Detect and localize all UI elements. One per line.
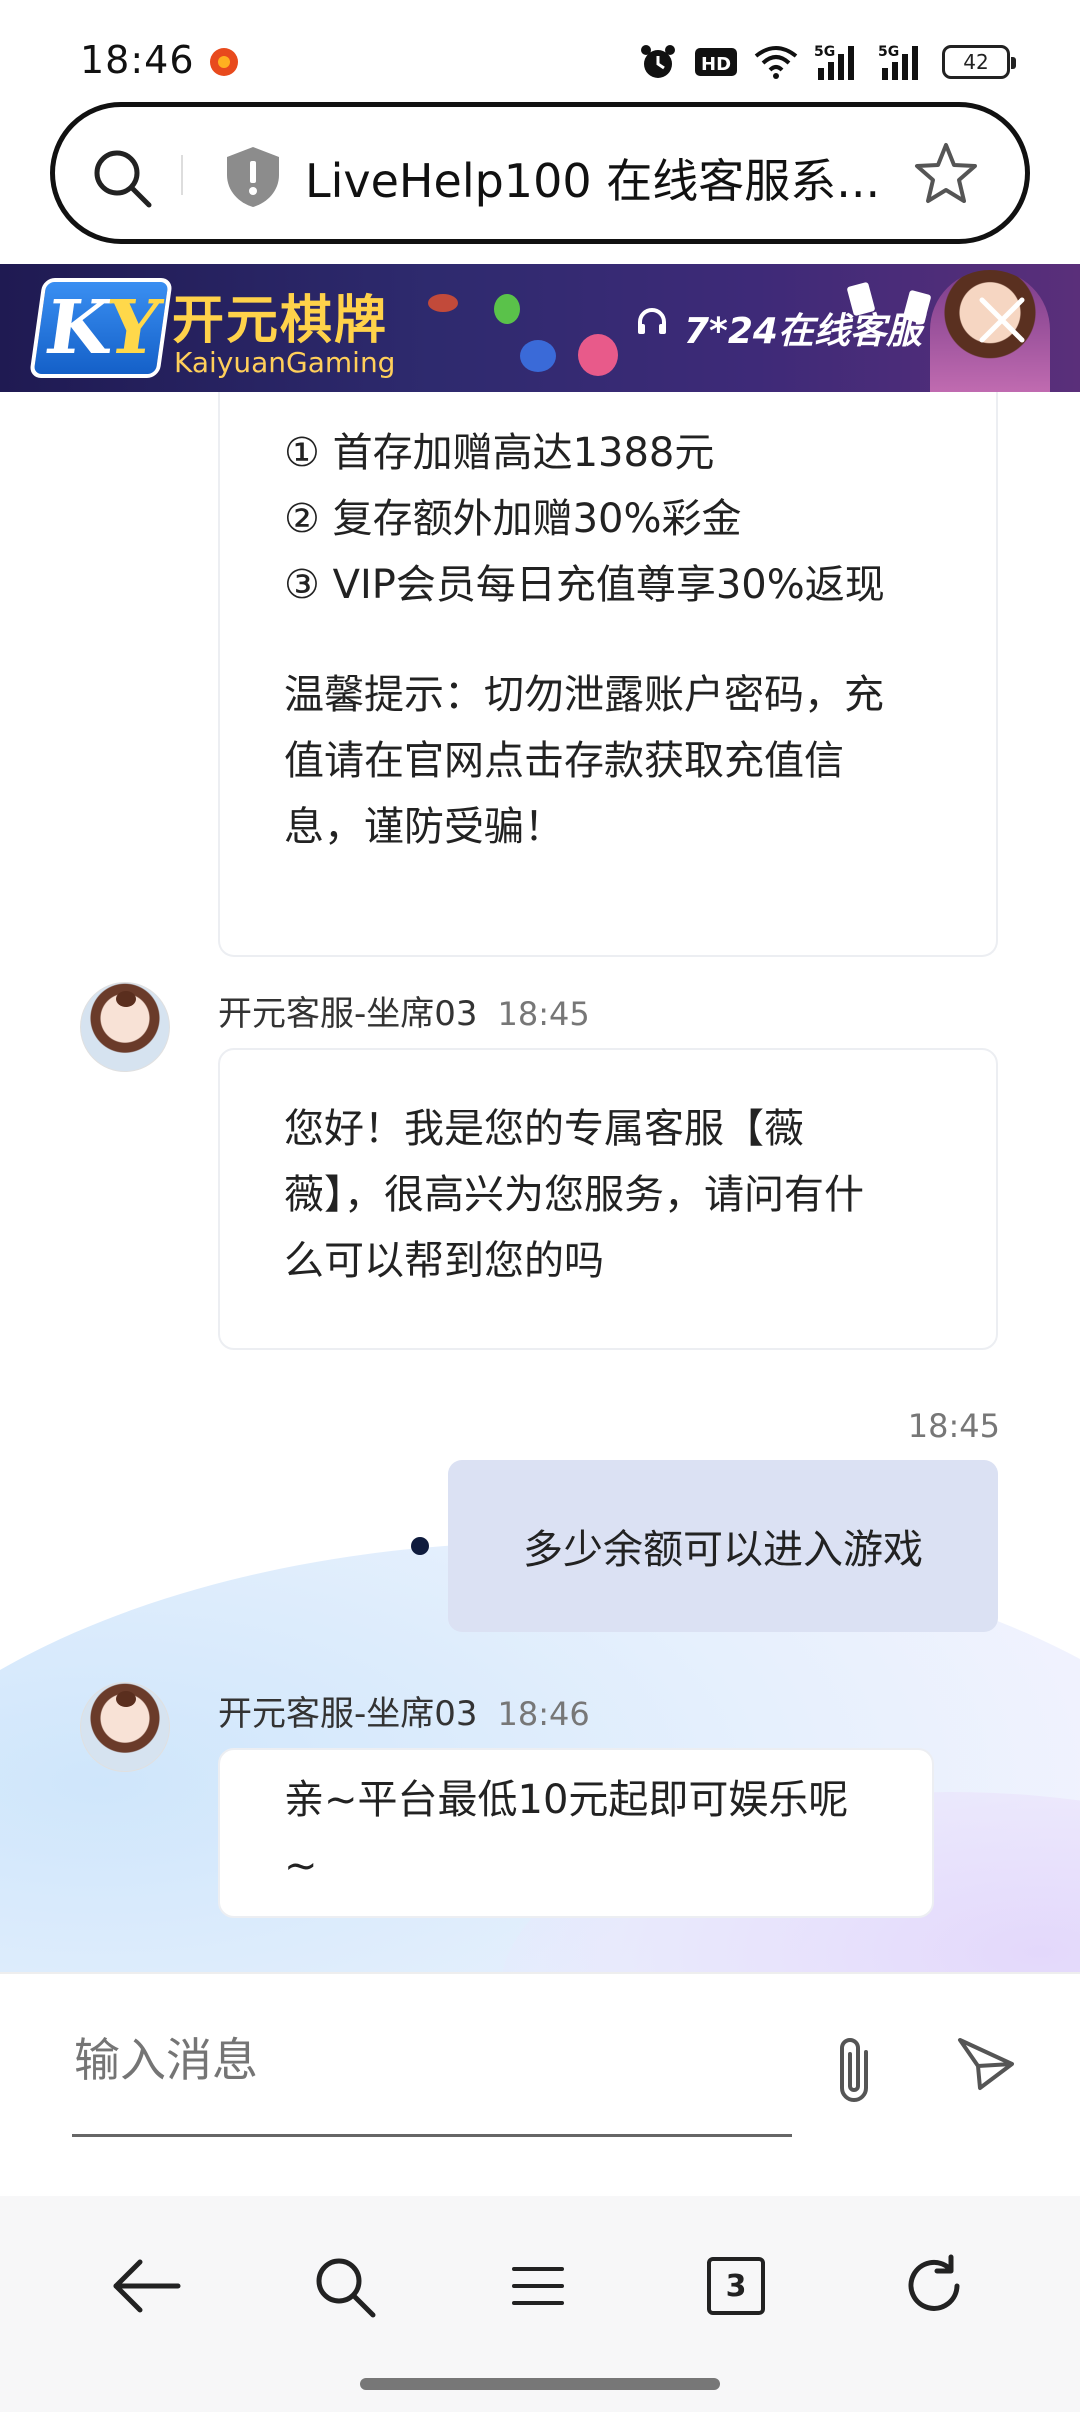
address-divider [181,155,183,195]
message-bubble-welcome: ① 首存加赠高达1388元 ② 复存额外加赠30%彩金 ③ VIP会员每日充值尊… [218,392,998,957]
sender-line: 开元客服-坐席03 18:46 [218,1686,590,1735]
message-line: 息，谨防受骗！ [284,804,564,850]
agent-avatar[interactable] [80,1682,170,1772]
message-bubble-user: 多少余额可以进入游戏 [448,1460,998,1632]
signal-5g-icon: 5G [878,44,918,80]
battery-icon: 42 [942,45,1016,79]
message-line: 薇】，很高兴为您服务，请问有什 [284,1172,864,1218]
message-line: 么可以帮到您的吗 [284,1238,604,1284]
message-line: ③ VIP会员每日充值尊享30%返现 [284,562,885,608]
banner-brand-en: KaiyuanGaming [174,346,396,379]
svg-text:5G: 5G [814,44,835,60]
message-time: 18:45 [907,1407,1000,1445]
message-line: ② 复存额外加赠30%彩金 [284,496,742,542]
input-underline [72,2134,792,2137]
search-icon[interactable] [87,143,157,213]
notification-icon [210,48,238,76]
message-line: 温馨提示：切勿泄露账户密码，充 [284,672,884,718]
agent-avatar[interactable] [80,982,170,1072]
sender-name: 开元客服-坐席03 [218,1694,478,1734]
status-time: 18:46 [80,38,195,82]
address-bar[interactable]: LiveHelp100 在线客服系... [50,102,1030,244]
chip-icon [520,340,556,372]
headset-icon [638,308,666,334]
status-bar: 18:46 HD 5G 5G 42 [0,0,1080,100]
hd-voice-icon: HD [695,48,737,76]
sender-line: 开元客服-坐席03 18:45 [218,986,590,1035]
banner-brand: 开元棋牌 [172,291,389,351]
paperclip-icon[interactable] [826,2030,886,2110]
shield-icon[interactable] [223,145,283,209]
send-icon[interactable] [956,2034,1016,2094]
svg-text:5G: 5G [878,44,899,60]
message-line: 亲~平台最低10元起即可娱乐呢~ [284,1777,849,1889]
search-button[interactable] [304,2246,384,2326]
cards-icon [847,282,931,324]
menu-icon [512,2267,564,2305]
message-line: ① 首存加赠高达1388元 [284,430,715,476]
wifi-icon [754,46,798,79]
page-title[interactable]: LiveHelp100 在线客服系... [305,145,925,211]
refresh-icon [908,2254,960,2311]
message-bubble-agent: 亲~平台最低10元起即可娱乐呢~ [218,1748,934,1918]
alarm-icon [641,45,675,78]
message-bubble-agent: 您好！我是您的专属客服【薇 薇】，很高兴为您服务，请问有什 么可以帮到您的吗 [218,1048,998,1350]
tab-count: 3 [707,2257,765,2315]
signal-5g-icon: 5G [814,44,854,80]
star-icon[interactable] [911,139,981,209]
banner-ad[interactable]: KY 开元棋牌 KaiyuanGaming 7*24在线客服 [0,264,1080,392]
close-icon[interactable] [972,290,1032,350]
message-composer [0,1972,1080,2196]
menu-button[interactable] [498,2246,578,2326]
message-time: 18:45 [497,995,590,1033]
message-line: 您好！我是您的专属客服【薇 [284,1106,804,1152]
message-input[interactable] [72,2014,792,2106]
back-button[interactable] [106,2246,186,2326]
svg-text:HD: HD [701,54,731,75]
home-indicator[interactable] [360,2378,720,2390]
message-time: 18:46 [497,1695,590,1733]
chip-icon [578,334,618,376]
chat-area[interactable]: ① 首存加赠高达1388元 ② 复存额外加赠30%彩金 ③ VIP会员每日充值尊… [0,392,1080,1972]
chip-icon [428,294,458,312]
back-arrow-icon [113,2259,181,2313]
sent-status-dot [411,1537,429,1555]
battery-level: 42 [963,50,989,74]
status-icons: HD 5G 5G 42 [638,38,1016,86]
refresh-button[interactable] [894,2246,974,2326]
tabs-button[interactable]: 3 [696,2246,776,2326]
chip-icon [494,294,520,324]
search-icon [316,2258,376,2318]
message-line: 值请在官网点击存款获取充值信 [284,738,844,784]
ky-logo: KY [28,278,174,378]
sender-name: 开元客服-坐席03 [218,994,478,1034]
